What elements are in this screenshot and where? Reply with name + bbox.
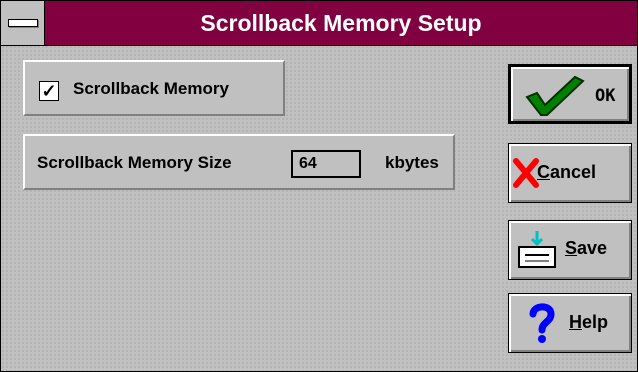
system-menu-button[interactable] [1,1,45,45]
cancel-accelerator: C [537,162,550,182]
scrollback-size-input[interactable] [291,150,361,178]
scrollback-size-group: Scrollback Memory Size kbytes [23,134,455,190]
save-label-rest: ave [577,238,608,258]
help-button[interactable]: Help [508,293,632,353]
help-label-rest: elp [582,312,609,332]
help-button-label: Help [569,312,608,333]
save-drive-icon [518,231,556,268]
red-x-icon [513,158,539,188]
save-accelerator: S [565,238,578,258]
dialog-window: Scrollback Memory Setup ✓ Scrollback Mem… [0,0,638,372]
ok-button-label: OK [595,86,616,106]
size-unit-label: kbytes [385,153,439,172]
cancel-button[interactable]: Cancel [508,143,632,203]
question-icon [529,303,555,343]
help-accelerator: H [569,312,582,332]
save-button[interactable]: Save [508,220,632,280]
system-menu-icon [8,19,38,27]
cancel-label-rest: ancel [550,162,597,182]
save-button-label: Save [565,238,607,259]
cancel-button-label: Cancel [537,162,596,183]
checkmark-icon [525,75,585,116]
dialog-title: Scrollback Memory Setup [200,10,482,36]
ok-button[interactable]: OK [508,64,632,124]
scrollback-memory-checkbox[interactable]: ✓ [39,81,59,101]
title-bar: Scrollback Memory Setup [1,1,637,46]
scrollback-memory-label[interactable]: Scrollback Memory [73,79,229,99]
scrollback-checkbox-group: ✓ Scrollback Memory [23,60,285,116]
scrollback-size-label: Scrollback Memory Size [37,153,232,172]
